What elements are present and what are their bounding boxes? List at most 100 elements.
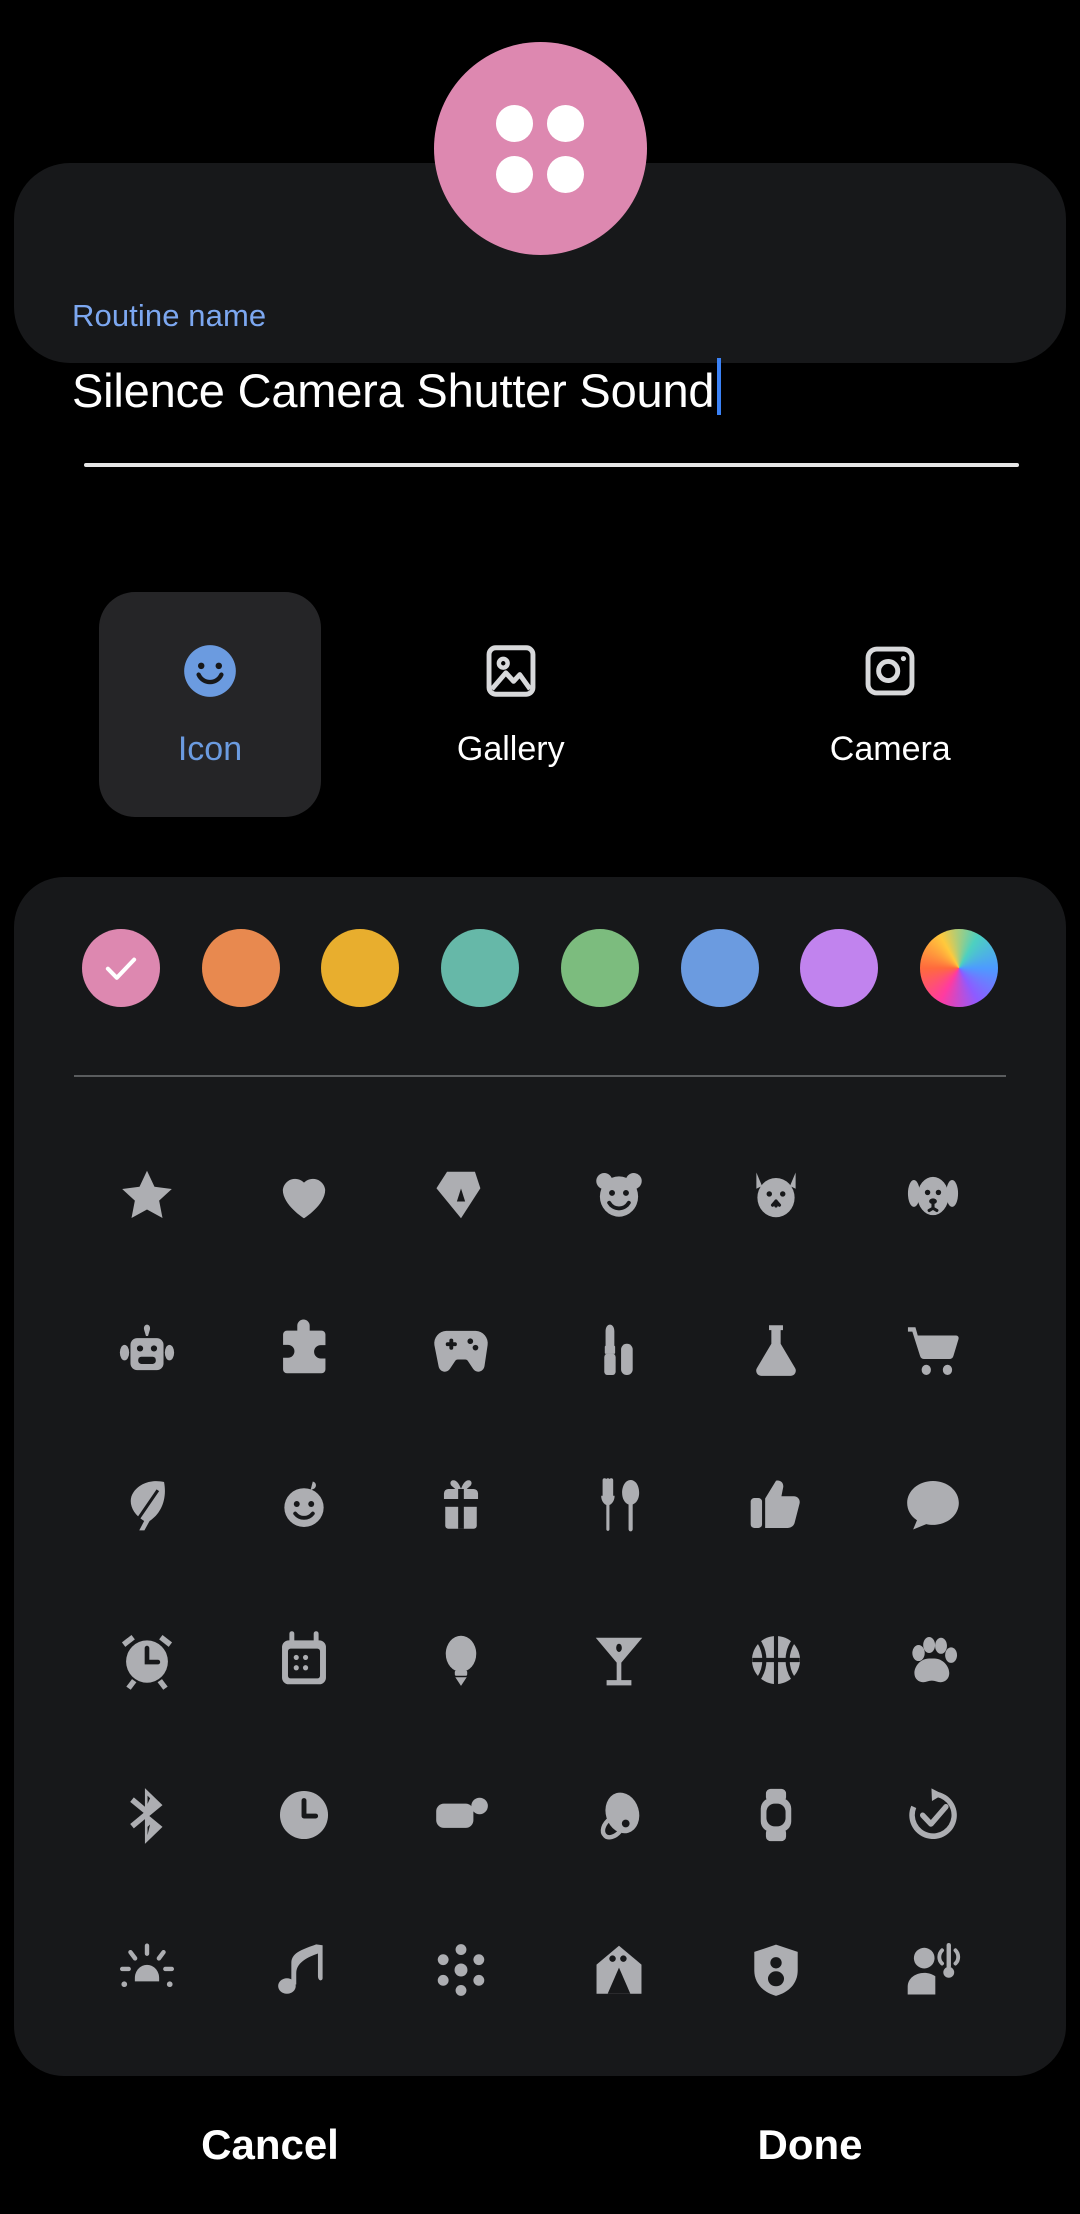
star-icon: [121, 1170, 172, 1218]
icon-cell-lipstick-makeup[interactable]: [540, 1272, 697, 1427]
icon-cell-star[interactable]: [68, 1117, 225, 1272]
icon-cell-brightness[interactable]: [68, 1892, 225, 2047]
color-swatch-row: [14, 929, 1066, 1007]
icon-cell-light-bulb[interactable]: [383, 1582, 540, 1737]
bear-face-icon: [595, 1172, 642, 1217]
alarm-clock-icon: [121, 1634, 172, 1690]
icon-cell-game-controller[interactable]: [383, 1272, 540, 1427]
icon-cell-fork-spoon[interactable]: [540, 1427, 697, 1582]
thumbs-up-icon: [750, 1480, 800, 1528]
icon-cell-person-signal[interactable]: [855, 1892, 1012, 2047]
icon-cell-refresh-check[interactable]: [855, 1737, 1012, 1892]
icon-cell-clock[interactable]: [225, 1737, 382, 1892]
image-source-tabs: Icon Gallery Camera: [0, 592, 1080, 817]
checkmark-icon: [105, 957, 137, 980]
icon-cell-hub-network[interactable]: [383, 1892, 540, 2047]
icon-cell-smart-home[interactable]: [540, 1892, 697, 2047]
tab-camera-label: Camera: [829, 730, 951, 768]
color-swatch-pink[interactable]: [82, 929, 160, 1007]
dog-face-icon: [908, 1176, 959, 1215]
icon-cell-shopping-cart[interactable]: [855, 1272, 1012, 1427]
routine-name-value: Silence Camera Shutter Sound: [72, 364, 715, 417]
tab-gallery[interactable]: Gallery: [321, 592, 701, 817]
avatar-dot: [547, 155, 584, 193]
hub-network-icon: [438, 1943, 485, 1996]
battery-notification-icon: [436, 1797, 489, 1828]
puzzle-piece-icon: [283, 1319, 326, 1373]
flask-icon: [756, 1324, 796, 1376]
color-swatch-blue[interactable]: [680, 929, 759, 1007]
avatar-dot: [547, 104, 584, 142]
earbud-icon: [600, 1792, 639, 1839]
icon-cell-battery-notification[interactable]: [383, 1737, 540, 1892]
brightness-icon: [119, 1943, 174, 1987]
shield-person-icon: [754, 1944, 798, 1996]
icon-grid: [14, 1117, 1066, 2047]
icon-cell-cat-face[interactable]: [697, 1117, 854, 1272]
icon-cell-music-note[interactable]: [225, 1892, 382, 2047]
tab-icon[interactable]: Icon: [99, 592, 321, 817]
tab-icon-label: Icon: [177, 730, 243, 768]
color-swatch-teal[interactable]: [441, 929, 520, 1007]
icon-cell-pen-nib[interactable]: [383, 1117, 540, 1272]
icon-cell-robot[interactable]: [68, 1272, 225, 1427]
robot-icon: [119, 1324, 174, 1370]
icon-cell-bear-face[interactable]: [540, 1117, 697, 1272]
lipstick-makeup-icon: [603, 1324, 633, 1375]
baby-face-icon: [284, 1480, 324, 1527]
pen-nib-icon: [436, 1171, 481, 1218]
icon-cell-cocktail-glass[interactable]: [540, 1582, 697, 1737]
icon-cell-basketball[interactable]: [697, 1582, 854, 1737]
basketball-icon: [751, 1635, 801, 1684]
smiley-face-icon: [179, 640, 241, 702]
fork-spoon-icon: [600, 1477, 639, 1531]
tab-camera[interactable]: Camera: [701, 592, 1080, 817]
clock-icon: [279, 1790, 329, 1839]
camera-icon: [859, 640, 921, 702]
smart-home-icon: [596, 1945, 642, 1994]
color-swatch-rainbow[interactable]: [919, 929, 998, 1007]
tab-gallery-label: Gallery: [456, 730, 565, 768]
game-controller-icon: [434, 1330, 489, 1372]
done-button[interactable]: Done: [540, 2076, 1080, 2214]
color-swatch-purple[interactable]: [800, 929, 879, 1007]
icon-cell-leaf[interactable]: [68, 1427, 225, 1582]
four-dot-grid-icon: [496, 104, 584, 193]
routine-name-input[interactable]: Silence Camera Shutter Sound: [72, 350, 722, 418]
icon-cell-shield-person[interactable]: [697, 1892, 854, 2047]
icon-cell-alarm-clock[interactable]: [68, 1582, 225, 1737]
icon-cell-thumbs-up[interactable]: [697, 1427, 854, 1582]
icon-cell-earbud[interactable]: [540, 1737, 697, 1892]
icon-cell-heart[interactable]: [225, 1117, 382, 1272]
icon-cell-puzzle-piece[interactable]: [225, 1272, 382, 1427]
footer-action-bar: Cancel Done: [0, 2076, 1080, 2214]
color-swatch-green[interactable]: [560, 929, 639, 1007]
smartwatch-icon: [760, 1788, 792, 1841]
icon-cell-bluetooth[interactable]: [68, 1737, 225, 1892]
color-swatch-amber[interactable]: [321, 929, 400, 1007]
shopping-cart-icon: [908, 1326, 960, 1375]
person-signal-icon: [907, 1942, 961, 1995]
gift-icon: [444, 1479, 479, 1529]
heart-icon: [282, 1178, 326, 1218]
picker-divider: [74, 1075, 1006, 1077]
image-picture-icon: [480, 640, 542, 702]
text-caret: [717, 358, 722, 415]
input-underline: [84, 463, 1019, 467]
icon-cell-flask[interactable]: [697, 1272, 854, 1427]
routine-avatar-preview[interactable]: [433, 42, 647, 255]
avatar-preview-container: [0, 42, 1080, 255]
refresh-check-icon: [909, 1787, 958, 1839]
icon-cell-speech-bubble[interactable]: [855, 1427, 1012, 1582]
icon-cell-smartwatch[interactable]: [697, 1737, 854, 1892]
color-swatch-orange[interactable]: [201, 929, 280, 1007]
icon-cell-dog-face[interactable]: [855, 1117, 1012, 1272]
icon-cell-baby-face[interactable]: [225, 1427, 382, 1582]
calendar-icon: [282, 1630, 326, 1684]
icon-cell-gift[interactable]: [383, 1427, 540, 1582]
avatar-dot: [496, 155, 533, 193]
icon-cell-paw-print[interactable]: [855, 1582, 1012, 1737]
icon-cell-calendar[interactable]: [225, 1582, 382, 1737]
cancel-button[interactable]: Cancel: [0, 2076, 540, 2214]
routine-icon-picker-screen: Routine name Silence Camera Shutter Soun…: [0, 0, 1080, 2214]
